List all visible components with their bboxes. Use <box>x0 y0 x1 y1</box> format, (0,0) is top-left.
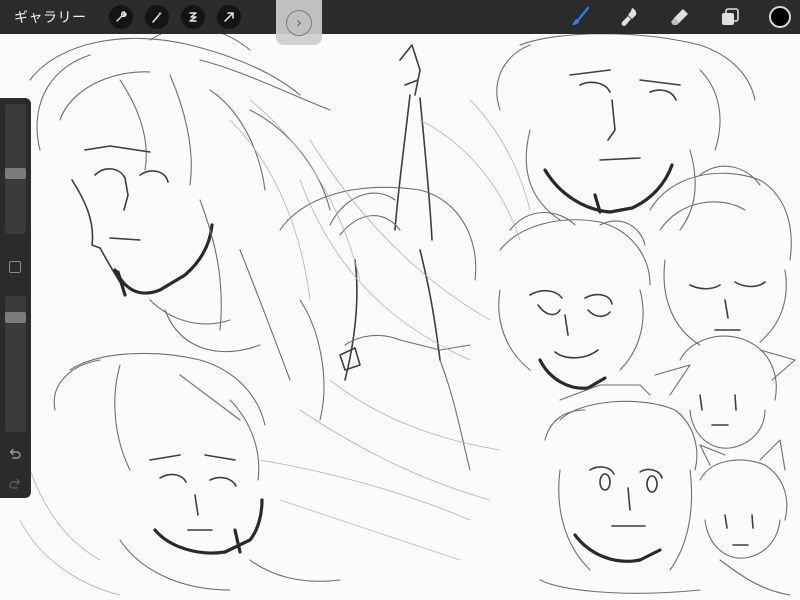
sketch-figure-raised-arm <box>279 44 491 471</box>
drawing-canvas[interactable] <box>0 0 800 600</box>
adjustments-button[interactable] <box>144 5 169 29</box>
transform-button[interactable] <box>216 5 241 29</box>
sketch-face-angry-bottomleft <box>53 352 471 591</box>
eraser-icon <box>671 9 688 25</box>
chevron-right-icon: › <box>286 9 312 36</box>
tool-group <box>569 0 800 34</box>
transform-arrow-icon <box>223 12 234 22</box>
brush-size-thumb[interactable] <box>5 168 26 179</box>
smudge-icon <box>621 8 637 26</box>
selection-icon <box>188 12 197 22</box>
sketch-face-smile-center <box>498 211 651 390</box>
redo-button[interactable] <box>7 476 23 492</box>
layers-icon <box>722 8 739 25</box>
magic-wand-icon <box>151 11 162 23</box>
actions-button[interactable] <box>108 5 133 29</box>
left-sidebar <box>0 98 31 498</box>
modify-square-button[interactable] <box>9 261 21 273</box>
sketch-face-bottom-center <box>539 384 791 596</box>
brush-tool[interactable] <box>569 6 591 28</box>
sketch-face-small-bottomright <box>699 439 788 559</box>
quick-menu-tab[interactable]: › <box>276 0 322 45</box>
sketch-face-frown-topright <box>496 33 756 231</box>
opacity-slider[interactable] <box>5 296 26 432</box>
layers-tool[interactable] <box>719 6 741 28</box>
smudge-tool[interactable] <box>619 6 641 28</box>
brush-icon <box>572 6 590 25</box>
undo-icon <box>9 448 21 459</box>
gallery-button[interactable]: ギャラリー <box>14 7 87 27</box>
undo-button[interactable] <box>7 446 23 462</box>
color-picker-button[interactable] <box>769 6 791 28</box>
top-toolbar: ギャラリー <box>0 0 800 34</box>
redo-icon <box>9 478 21 489</box>
brush-size-slider[interactable] <box>5 104 26 234</box>
eraser-tool[interactable] <box>669 6 691 28</box>
sketch-face-chibi-right <box>654 335 796 449</box>
sketch-face-sleepy-right <box>649 165 792 346</box>
wrench-icon <box>115 11 127 22</box>
opacity-thumb[interactable] <box>5 312 26 323</box>
selection-button[interactable] <box>180 5 205 29</box>
